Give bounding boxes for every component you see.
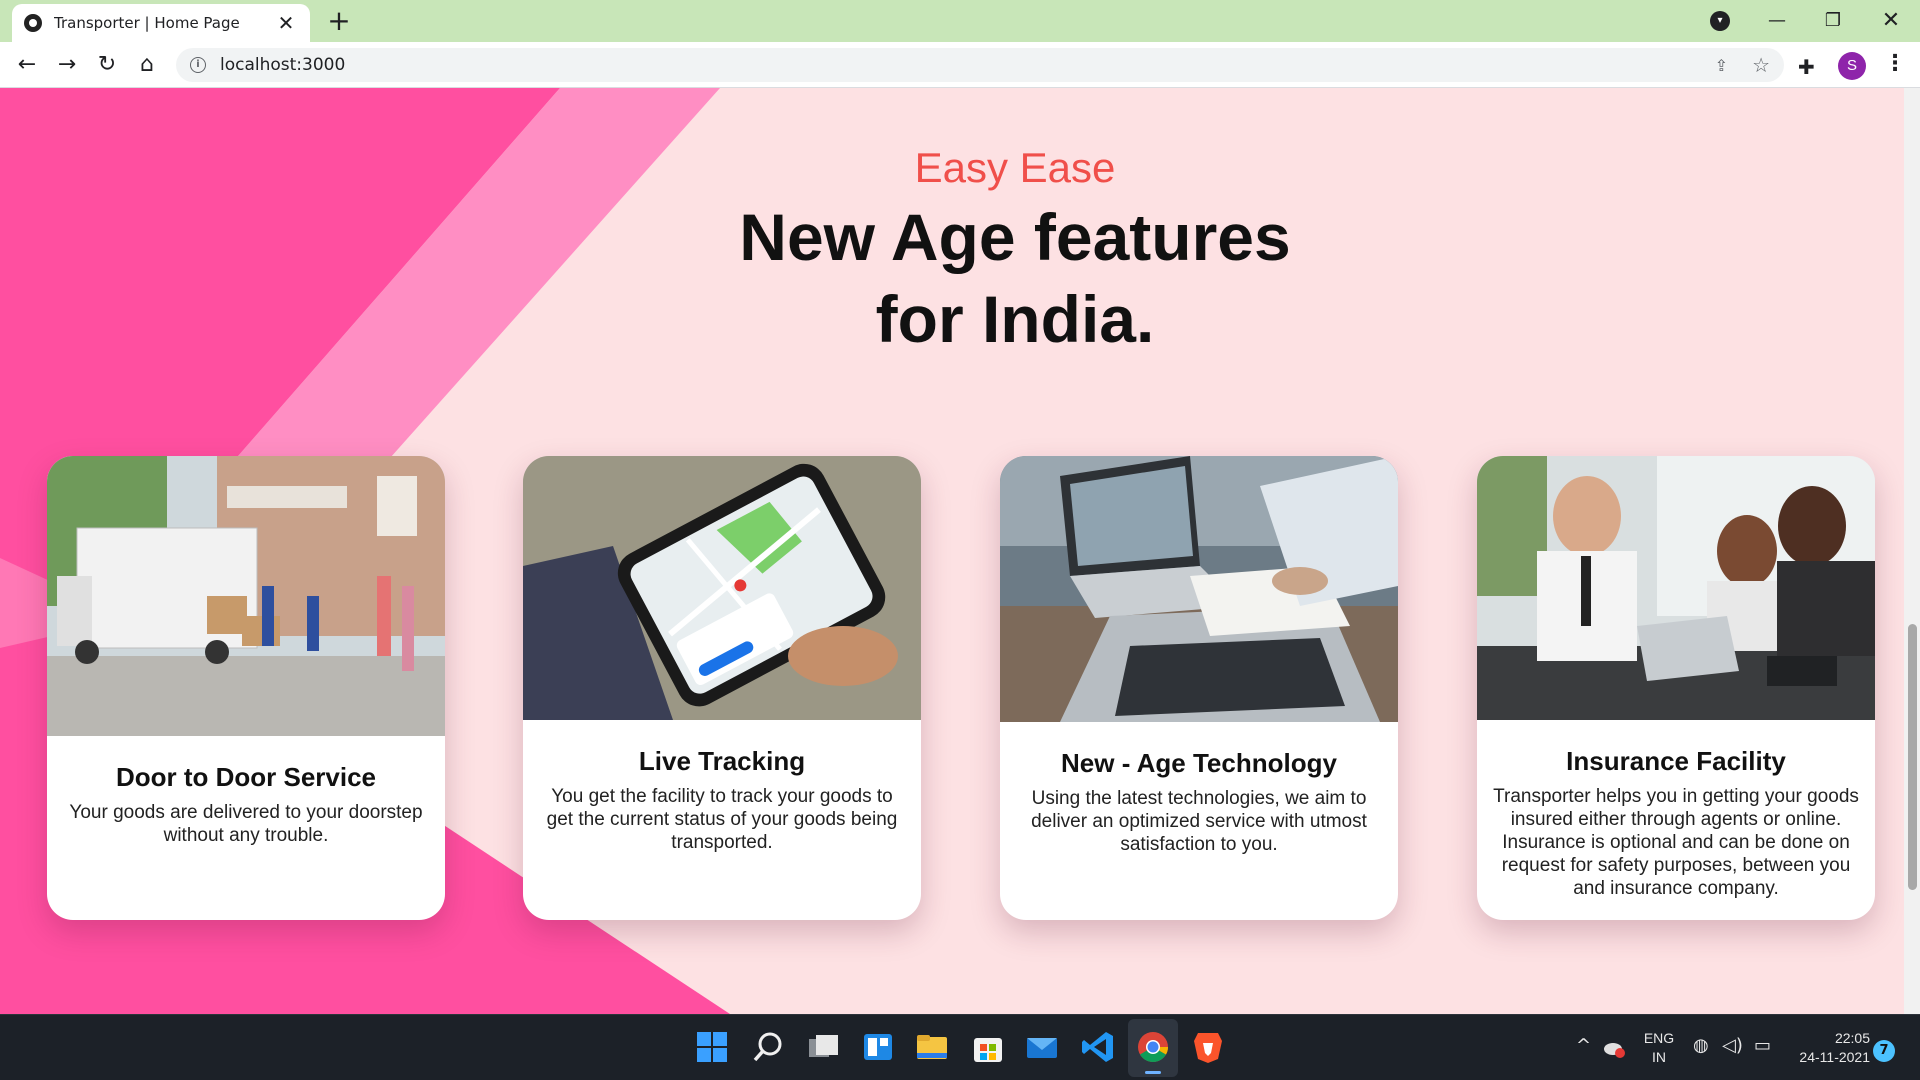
network-globe-icon[interactable]: ◍	[1693, 1035, 1709, 1056]
search-icon[interactable]	[750, 1029, 786, 1065]
home-icon[interactable]: ⌂	[132, 50, 162, 80]
battery-icon[interactable]: ▭	[1754, 1035, 1771, 1056]
close-tab-icon[interactable]: ✕	[274, 11, 298, 35]
laptop-work-photo	[1000, 456, 1398, 722]
feature-card-live-tracking: Live Tracking You get the facility to tr…	[523, 456, 921, 920]
chrome-icon[interactable]	[1135, 1029, 1171, 1065]
feature-card-door-to-door: Door to Door Service Your goods are deli…	[47, 456, 445, 920]
address-bar[interactable]: i localhost:3000 ⇪ ☆	[176, 48, 1784, 82]
globe-icon	[24, 14, 42, 32]
feature-title: Live Tracking	[638, 746, 806, 776]
tab-title: Transporter | Home Page	[54, 14, 240, 32]
clock[interactable]: 22:05 24-11-2021	[1790, 1029, 1870, 1067]
feature-title: Insurance Facility	[1566, 746, 1786, 776]
window-close-button[interactable]: ✕	[1871, 4, 1911, 38]
mail-icon[interactable]	[1024, 1029, 1060, 1065]
feature-description: Transporter helps you in getting your go…	[1493, 786, 1859, 899]
microsoft-store-icon[interactable]	[970, 1029, 1006, 1065]
section-heading: New Age features for India.	[0, 196, 1904, 360]
extensions-puzzle-icon[interactable]: ✚	[1798, 55, 1815, 79]
browser-tab-strip: Transporter | Home Page ✕ + ▾ — ❐ ✕	[0, 0, 1920, 42]
feature-title: Door to Door Service	[115, 762, 377, 792]
moving-truck-photo	[47, 456, 445, 736]
restore-button[interactable]: ❐	[1813, 4, 1853, 38]
insurance-meeting-photo	[1477, 456, 1875, 720]
task-view-icon[interactable]	[805, 1029, 841, 1065]
back-arrow-icon[interactable]: ←	[12, 50, 42, 80]
share-icon[interactable]: ⇪	[1715, 56, 1728, 75]
notification-count-badge[interactable]: 7	[1873, 1040, 1895, 1062]
tab-search-icon[interactable]: ▾	[1710, 11, 1730, 31]
profile-avatar[interactable]: S	[1838, 52, 1866, 80]
heading-line-2: for India.	[875, 282, 1155, 356]
page-scrollbar[interactable]	[1904, 88, 1920, 1014]
page-viewport: Easy Ease New Age features for India. Do…	[0, 88, 1904, 1014]
show-hidden-icons-chevron-icon[interactable]: ^	[1576, 1035, 1591, 1056]
bookmark-star-icon[interactable]: ☆	[1752, 53, 1770, 77]
feature-card-new-age-technology: New - Age Technology Using the latest te…	[1000, 456, 1398, 920]
new-tab-button[interactable]: +	[324, 6, 354, 36]
reload-icon[interactable]: ↻	[92, 50, 122, 80]
phone-map-photo	[523, 456, 921, 720]
browser-tab[interactable]: Transporter | Home Page ✕	[12, 4, 310, 42]
brave-icon[interactable]	[1190, 1029, 1226, 1065]
site-info-icon[interactable]: i	[190, 57, 206, 73]
minimize-button[interactable]: —	[1757, 4, 1797, 38]
browser-menu-icon[interactable]: ⋮	[1884, 51, 1906, 76]
volume-icon[interactable]: ◁)	[1722, 1035, 1743, 1056]
language-indicator[interactable]: ENG IN	[1642, 1029, 1676, 1067]
scrollbar-thumb[interactable]	[1908, 624, 1917, 890]
browser-toolbar: ← → ↻ ⌂ i localhost:3000 ⇪ ☆ ✚ S ⋮	[0, 42, 1920, 88]
feature-description: You get the facility to track your goods…	[546, 786, 898, 853]
feature-description: Your goods are delivered to your doorste…	[69, 802, 423, 846]
heading-line-1: New Age features	[739, 200, 1291, 274]
widgets-icon[interactable]	[860, 1029, 896, 1065]
feature-card-insurance: Insurance Facility Transporter helps you…	[1477, 456, 1875, 920]
windows-taskbar: ^ ENG IN ◍ ◁) ▭ 22:05 24-11-2021	[0, 1014, 1920, 1080]
section-eyebrow: Easy Ease	[914, 144, 1116, 191]
feature-description: Using the latest technologies, we aim to…	[1031, 788, 1367, 855]
url-text[interactable]: localhost:3000	[220, 55, 1715, 75]
start-windows-icon[interactable]	[694, 1029, 730, 1065]
feature-title: New - Age Technology	[1061, 748, 1337, 778]
file-explorer-icon[interactable]	[914, 1029, 950, 1065]
onedrive-error-icon[interactable]	[1602, 1036, 1626, 1060]
forward-arrow-icon[interactable]: →	[52, 50, 82, 80]
vscode-icon[interactable]	[1080, 1029, 1116, 1065]
